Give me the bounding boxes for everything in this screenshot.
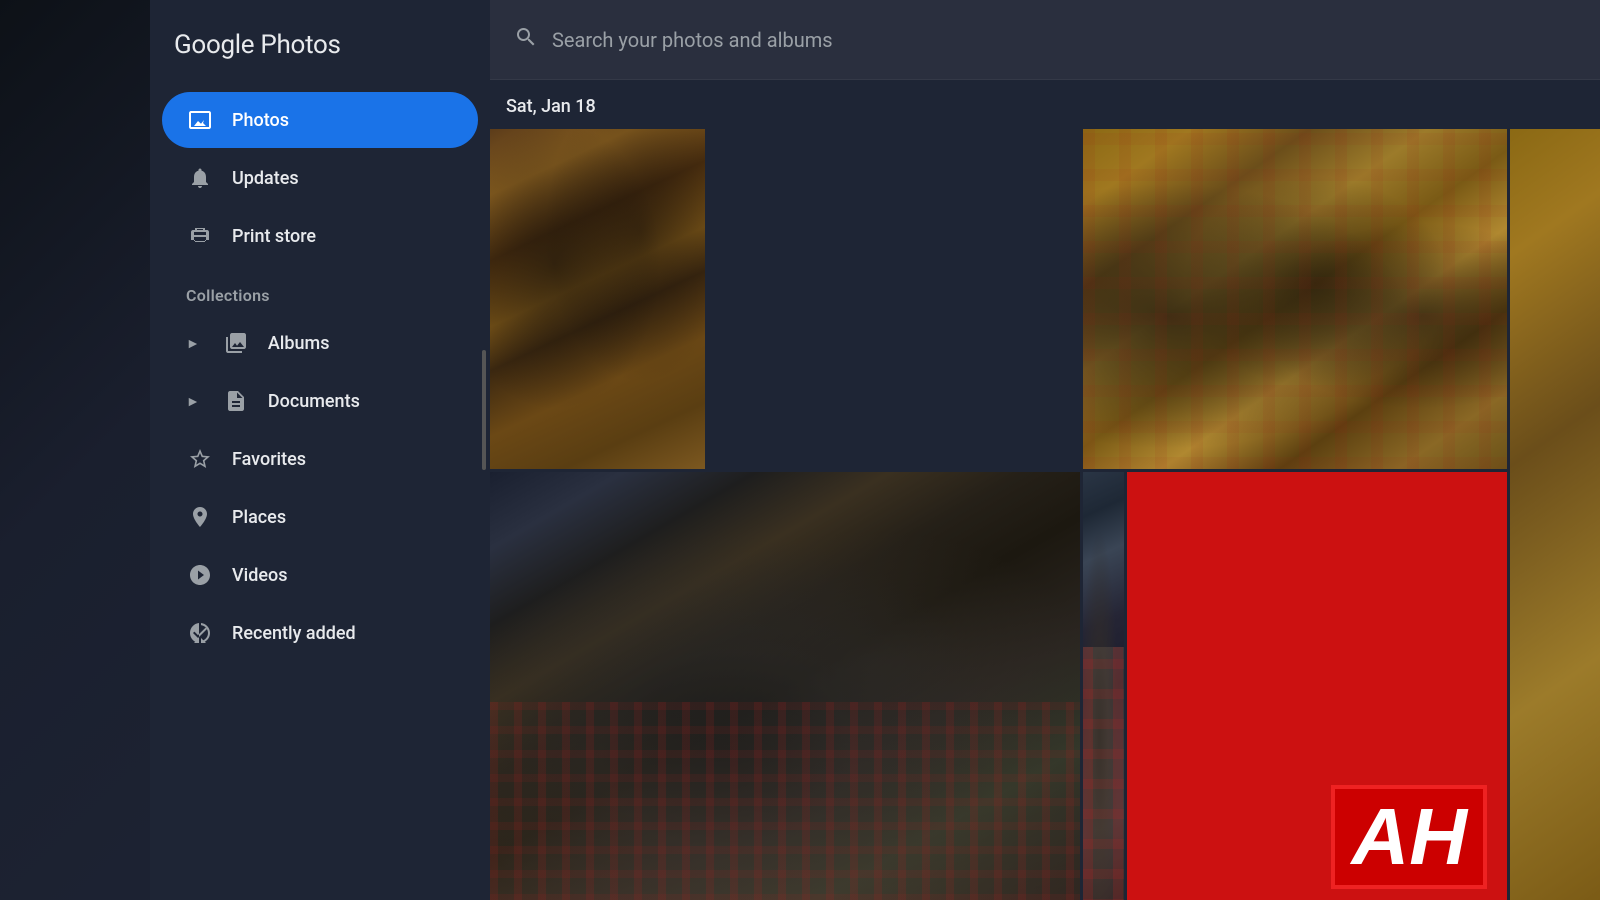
search-bar — [490, 0, 1600, 80]
collections-heading: Collections — [150, 266, 490, 313]
photos-icon — [186, 106, 214, 134]
app-title: Google Photos — [150, 20, 490, 90]
left-background: Google Photos Photos Updates — [0, 0, 490, 900]
search-icon — [514, 25, 538, 55]
search-input[interactable] — [552, 28, 1576, 52]
albums-chevron-icon: ► — [186, 335, 200, 352]
albums-label: Albums — [268, 333, 330, 354]
sidebar-item-print-store[interactable]: Print store — [162, 208, 478, 264]
photo-1[interactable] — [490, 129, 705, 469]
print-store-icon — [186, 222, 214, 250]
bell-icon — [186, 164, 214, 192]
photos-label: Photos — [232, 110, 289, 131]
photos-area: Sat, Jan 18 — [490, 80, 1600, 900]
date-label: Sat, Jan 18 — [490, 96, 1600, 129]
videos-icon — [186, 561, 214, 589]
documents-label: Documents — [268, 391, 360, 412]
favorites-icon — [186, 445, 214, 473]
sidebar-item-recently-added[interactable]: Recently added — [162, 605, 478, 661]
photo-right-partial[interactable] — [1510, 129, 1600, 900]
sidebar-item-updates[interactable]: Updates — [162, 150, 478, 206]
print-store-label: Print store — [232, 226, 316, 247]
sidebar: Google Photos Photos Updates — [150, 0, 490, 900]
photo-5[interactable] — [1083, 472, 1124, 900]
albums-icon — [222, 329, 250, 357]
sidebar-item-videos[interactable]: Videos — [162, 547, 478, 603]
favorites-label: Favorites — [232, 449, 306, 470]
photo-2[interactable] — [1083, 129, 1507, 469]
places-icon — [186, 503, 214, 531]
documents-chevron-icon: ► — [186, 393, 200, 410]
photo-ah-badge[interactable]: AH — [1127, 472, 1507, 900]
sidebar-item-documents[interactable]: ► Documents — [162, 373, 478, 429]
sidebar-item-favorites[interactable]: Favorites — [162, 431, 478, 487]
main-content: Sat, Jan 18 — [490, 0, 1600, 900]
recently-added-label: Recently added — [232, 623, 356, 644]
updates-label: Updates — [232, 168, 299, 189]
documents-icon — [222, 387, 250, 415]
recently-added-icon — [186, 619, 214, 647]
places-label: Places — [232, 507, 286, 528]
sidebar-item-places[interactable]: Places — [162, 489, 478, 545]
videos-label: Videos — [232, 565, 287, 586]
sidebar-scrollbar[interactable] — [482, 350, 486, 470]
ah-badge: AH — [1331, 785, 1487, 889]
sidebar-item-albums[interactable]: ► Albums — [162, 315, 478, 371]
photo-4[interactable] — [490, 472, 1080, 900]
sidebar-item-photos[interactable]: Photos — [162, 92, 478, 148]
